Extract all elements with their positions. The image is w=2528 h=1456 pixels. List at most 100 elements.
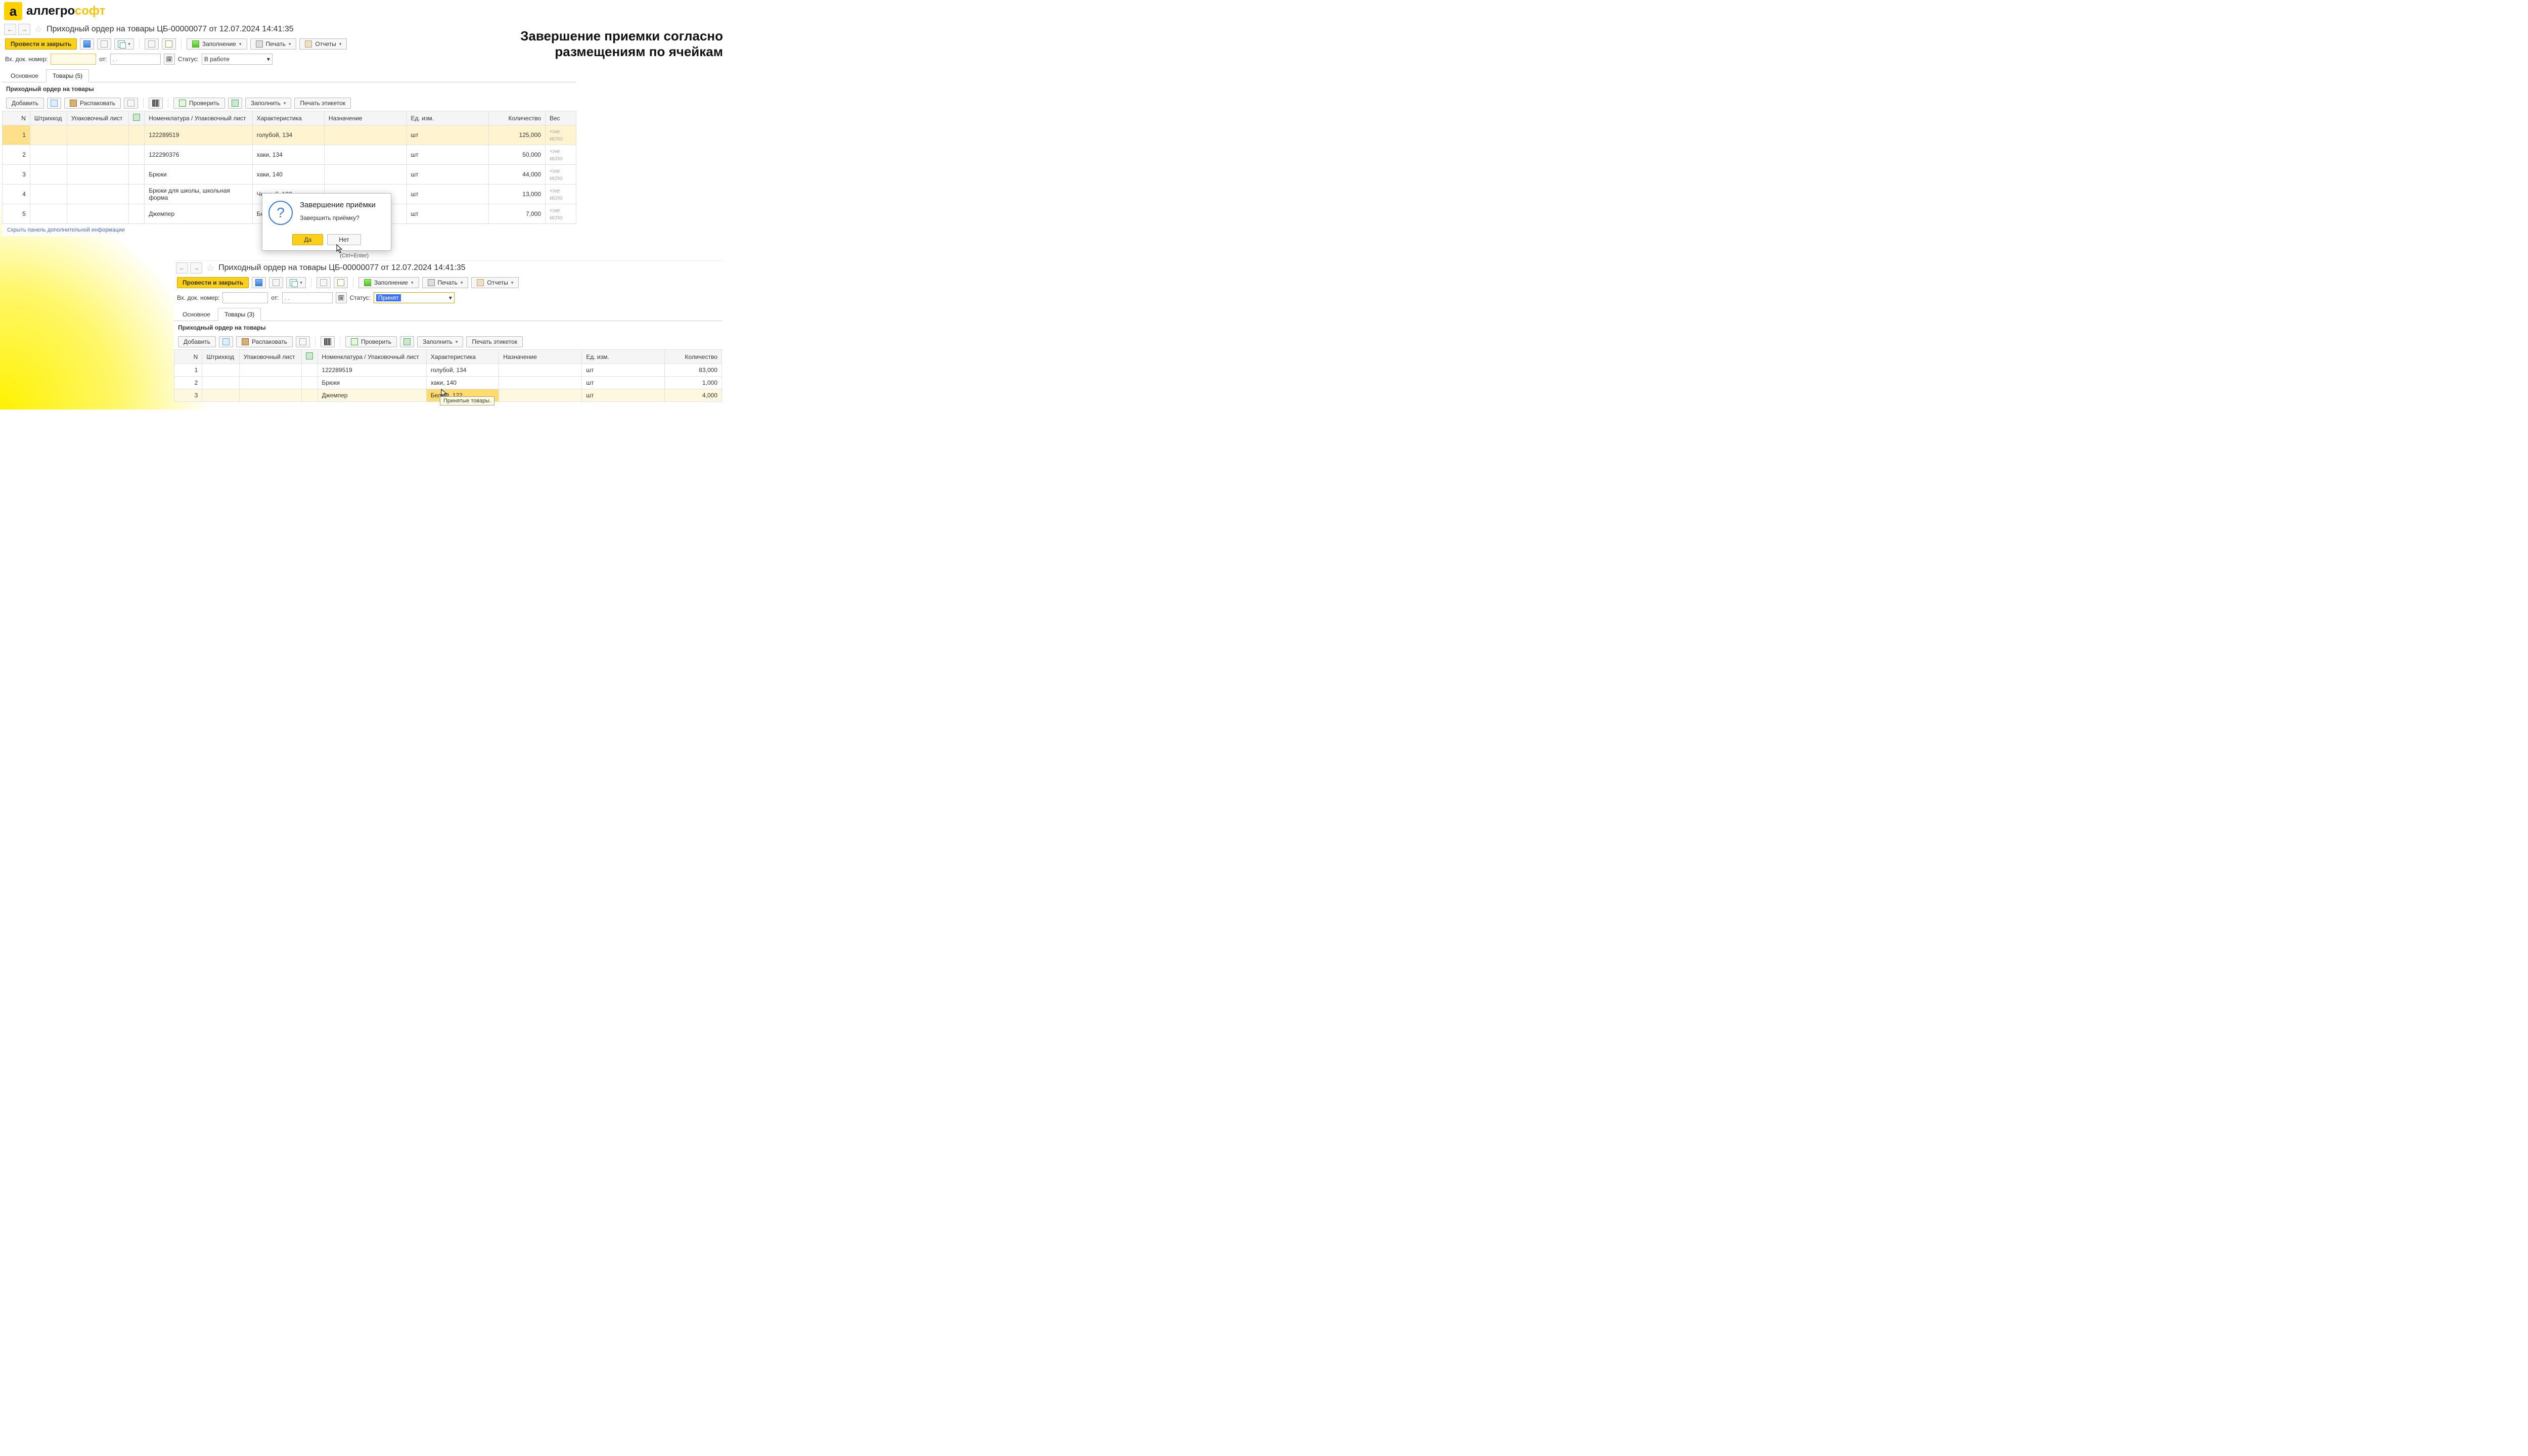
incoming-doc-input[interactable]	[51, 54, 96, 65]
cells-button[interactable]	[228, 98, 242, 109]
cell-barcode[interactable]	[30, 125, 67, 145]
col-n[interactable]: N	[174, 350, 202, 364]
tab-goods[interactable]: Товары (3)	[218, 308, 261, 321]
cell-uom[interactable]: шт	[407, 204, 489, 224]
cell-qty[interactable]: 7,000	[489, 204, 546, 224]
cell-barcode[interactable]	[30, 165, 67, 185]
from-date-input[interactable]	[282, 292, 333, 303]
unpack-button[interactable]: Распаковать	[236, 336, 293, 347]
col-qty[interactable]: Количество	[665, 350, 722, 364]
cell-n[interactable]: 3	[3, 165, 30, 185]
cell-packlist[interactable]	[239, 364, 301, 377]
table-row[interactable]: 2Брюкихаки, 140шт1,000	[174, 377, 722, 389]
goods-table[interactable]: N Штрихкод Упаковочный лист Номенклатура…	[174, 349, 722, 402]
print-labels-button[interactable]: Печать этикеток	[466, 336, 523, 347]
back-button[interactable]: ←	[176, 262, 188, 274]
from-date-input[interactable]	[110, 54, 161, 65]
barcode-button[interactable]	[149, 98, 163, 109]
cell-flag[interactable]	[128, 125, 145, 145]
print-menu-button[interactable]: Печать▾	[422, 277, 469, 288]
cell-purpose[interactable]	[324, 165, 407, 185]
cell-packlist[interactable]	[67, 165, 128, 185]
col-weight[interactable]: Вес	[545, 111, 576, 125]
unpack-button[interactable]: Распаковать	[64, 98, 121, 109]
cell-uom[interactable]: шт	[407, 145, 489, 165]
col-purpose[interactable]: Назначение	[499, 350, 582, 364]
dialog-yes-button[interactable]: Да	[292, 234, 323, 245]
reports-menu-button[interactable]: Отчеты▾	[471, 277, 519, 288]
share-button[interactable]	[219, 336, 233, 347]
forward-button[interactable]: →	[190, 262, 202, 274]
cell-qty[interactable]: 44,000	[489, 165, 546, 185]
col-flag-icon[interactable]	[128, 111, 145, 125]
col-packlist[interactable]: Упаковочный лист	[67, 111, 128, 125]
share-button[interactable]	[47, 98, 61, 109]
cell-qty[interactable]: 1,000	[665, 377, 722, 389]
cell-packlist[interactable]	[67, 125, 128, 145]
save-button[interactable]	[80, 38, 94, 50]
cells-button[interactable]	[400, 336, 414, 347]
cell-packlist[interactable]	[67, 204, 128, 224]
barcode-button[interactable]	[321, 336, 335, 347]
cell-weight[interactable]: <не испо	[545, 204, 576, 224]
copy-rows-button[interactable]	[296, 336, 310, 347]
cell-barcode[interactable]	[202, 364, 239, 377]
calendar-button[interactable]: 🗓	[336, 292, 347, 303]
col-qty[interactable]: Количество	[489, 111, 546, 125]
fill-menu-button[interactable]: Заполнение▾	[187, 38, 247, 50]
table-row[interactable]: 1122289519голубой, 134шт83,000	[174, 364, 722, 377]
cell-nomenclature[interactable]: Брюки для школы, школьная форма	[145, 185, 252, 204]
cell-nomenclature[interactable]: Брюки	[318, 377, 426, 389]
col-uom[interactable]: Ед. изм.	[407, 111, 489, 125]
cell-characteristic[interactable]: хаки, 140	[426, 377, 499, 389]
table-row[interactable]: 1122289519голубой, 134шт125,000<не испо	[3, 125, 576, 145]
cell-n[interactable]: 5	[3, 204, 30, 224]
cell-packlist[interactable]	[67, 185, 128, 204]
cell-uom[interactable]: шт	[582, 389, 665, 402]
cell-purpose[interactable]	[324, 145, 407, 165]
cell-n[interactable]: 1	[3, 125, 30, 145]
col-packlist[interactable]: Упаковочный лист	[239, 350, 301, 364]
back-button[interactable]: ←	[4, 24, 16, 35]
create-based-on-button[interactable]: ▾	[286, 277, 306, 288]
list-button[interactable]	[317, 277, 331, 288]
cell-characteristic[interactable]: хаки, 140	[252, 165, 324, 185]
cell-flag[interactable]	[128, 145, 145, 165]
tab-main[interactable]: Основное	[176, 308, 217, 321]
post-button[interactable]	[97, 38, 111, 50]
col-barcode[interactable]: Штрихкод	[202, 350, 239, 364]
calendar-button[interactable]: 🗓	[164, 54, 175, 65]
cell-qty[interactable]: 125,000	[489, 125, 546, 145]
add-row-button[interactable]: Добавить	[6, 98, 44, 109]
create-based-on-button[interactable]: ▾	[114, 38, 134, 50]
status-select[interactable]: В работе ▾	[202, 54, 273, 65]
post-and-close-button[interactable]: Провести и закрыть	[177, 277, 249, 288]
fill-menu-button[interactable]: Заполнение▾	[358, 277, 419, 288]
list-button[interactable]	[145, 38, 159, 50]
edit-button[interactable]	[162, 38, 176, 50]
col-nomenclature[interactable]: Номенклатура / Упаковочный лист	[318, 350, 426, 364]
edit-button[interactable]	[334, 277, 348, 288]
tab-goods[interactable]: Товары (5)	[46, 69, 89, 82]
star-icon[interactable]: ☆	[206, 263, 214, 274]
cell-qty[interactable]: 83,000	[665, 364, 722, 377]
col-nomenclature[interactable]: Номенклатура / Упаковочный лист	[145, 111, 252, 125]
cell-n[interactable]: 3	[174, 389, 202, 402]
col-characteristic[interactable]: Характеристика	[426, 350, 499, 364]
cell-characteristic[interactable]: голубой, 134	[426, 364, 499, 377]
cell-uom[interactable]: шт	[582, 377, 665, 389]
save-button[interactable]	[252, 277, 266, 288]
cell-n[interactable]: 4	[3, 185, 30, 204]
cell-flag[interactable]	[301, 377, 318, 389]
cell-nomenclature[interactable]: 122290376	[145, 145, 252, 165]
post-button[interactable]	[269, 277, 283, 288]
cell-purpose[interactable]	[499, 364, 582, 377]
cell-barcode[interactable]	[30, 185, 67, 204]
cell-barcode[interactable]	[30, 145, 67, 165]
cell-flag[interactable]	[128, 185, 145, 204]
cell-qty[interactable]: 50,000	[489, 145, 546, 165]
dialog-no-button[interactable]: Нет	[327, 234, 360, 245]
cell-nomenclature[interactable]: 122289519	[145, 125, 252, 145]
cell-flag[interactable]	[128, 165, 145, 185]
post-and-close-button[interactable]: Провести и закрыть	[5, 38, 77, 50]
